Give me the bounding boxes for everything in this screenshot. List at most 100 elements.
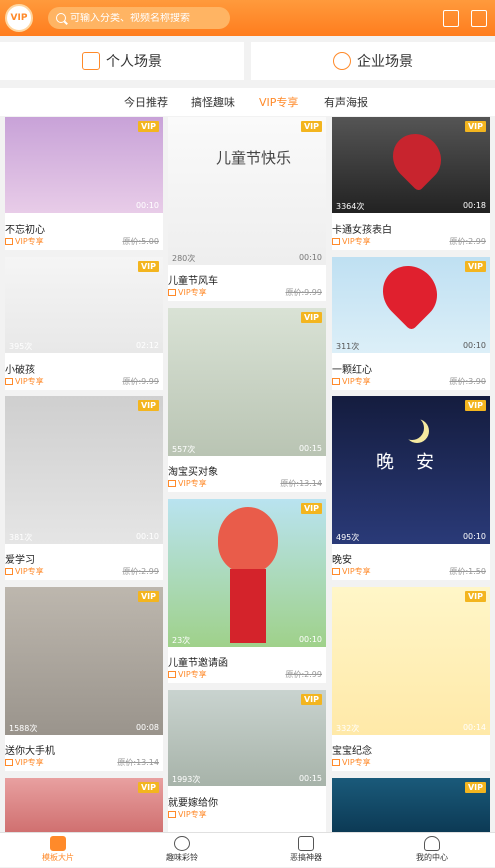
video-duration: 00:18 bbox=[462, 201, 486, 210]
video-duration: 00:10 bbox=[135, 201, 159, 210]
vip-badge: VIP bbox=[300, 503, 322, 514]
vip-tag-label: VIP专享 bbox=[15, 237, 44, 246]
video-title: 不忘初心 bbox=[5, 225, 45, 236]
video-card[interactable]: 晚安 VIP 495次 00:10 晚安 VIP专享 原价:1.50 bbox=[332, 396, 490, 580]
old-price: 原价:1.50 bbox=[449, 567, 486, 576]
video-title: 宝宝纪念 bbox=[332, 746, 372, 757]
category-tabs: 今日推荐 搞怪趣味 VIP专享 有声海报 bbox=[0, 88, 495, 116]
video-thumbnail bbox=[5, 587, 163, 735]
heart-icon bbox=[383, 124, 451, 192]
video-card[interactable]: VIP 395次 02:12 小破孩 VIP专享 原价:9.99 bbox=[5, 257, 163, 390]
nav-templates[interactable]: 模板大片 bbox=[18, 833, 98, 868]
tab-funny[interactable]: 搞怪趣味 bbox=[191, 94, 235, 110]
vip-tag: VIP专享 bbox=[5, 566, 44, 577]
vip-badge: VIP bbox=[464, 782, 486, 793]
vip-tag-label: VIP专享 bbox=[342, 758, 371, 767]
view-count: 395次 bbox=[9, 342, 33, 351]
video-card[interactable]: VIP 00:10 不忘初心 VIP专享 原价:5.00 bbox=[5, 117, 163, 250]
video-card[interactable]: VIP 557次 00:15 淘宝买对象 VIP专享 原价:13.14 bbox=[168, 308, 326, 492]
video-duration: 00:10 bbox=[298, 253, 322, 262]
nav-profile[interactable]: 我的中心 bbox=[392, 833, 472, 868]
search-box[interactable] bbox=[48, 7, 230, 29]
video-card[interactable]: VIP 23次 00:10 儿童节邀请函 VIP专享 原价:2.99 bbox=[168, 499, 326, 683]
scene-switcher: 个人场景 企业场景 bbox=[0, 42, 495, 80]
old-price: 原价:13.14 bbox=[117, 758, 159, 767]
search-icon bbox=[56, 13, 66, 23]
video-title: 儿童节邀请函 bbox=[168, 658, 228, 669]
tab-audio-poster[interactable]: 有声海报 bbox=[324, 94, 368, 110]
video-title: 就要嫁给你 bbox=[168, 798, 218, 809]
nav-ringtones[interactable]: 趣味彩铃 bbox=[142, 833, 222, 868]
old-price: 原价:2.99 bbox=[285, 670, 322, 679]
vip-badge: VIP bbox=[137, 121, 159, 132]
video-duration: 00:10 bbox=[298, 635, 322, 644]
video-title: 送你大手机 bbox=[5, 746, 55, 757]
vip-badge: VIP bbox=[464, 261, 486, 272]
search-input[interactable] bbox=[70, 12, 220, 24]
vip-tag: VIP专享 bbox=[332, 236, 371, 247]
old-price: 原价:2.99 bbox=[122, 567, 159, 576]
play-icon bbox=[82, 52, 100, 70]
video-duration: 00:08 bbox=[135, 723, 159, 732]
nav-templates-label: 模板大片 bbox=[42, 853, 74, 862]
video-card[interactable]: VIP bbox=[5, 778, 163, 832]
prank-tv-icon bbox=[298, 836, 314, 851]
vip-tag: VIP专享 bbox=[332, 376, 371, 387]
mail-icon[interactable] bbox=[471, 10, 487, 27]
video-card[interactable]: VIP 381次 00:10 爱学习 VIP专享 原价:2.99 bbox=[5, 396, 163, 580]
video-title: 晚安 bbox=[332, 555, 352, 566]
video-duration: 00:10 bbox=[462, 341, 486, 350]
video-duration: 00:15 bbox=[298, 444, 322, 453]
vip-badge: VIP bbox=[137, 591, 159, 602]
video-card[interactable]: VIP 311次 00:10 一颗红心 VIP专享 原价:3.90 bbox=[332, 257, 490, 390]
tab-today[interactable]: 今日推荐 bbox=[124, 94, 168, 110]
video-card[interactable]: VIP bbox=[332, 778, 490, 832]
nav-prank[interactable]: 恶搞神器 bbox=[266, 833, 346, 868]
video-card[interactable]: VIP 332次 00:14 宝宝纪念 VIP专享 bbox=[332, 587, 490, 771]
invitation-banner bbox=[230, 569, 266, 643]
vip-tag: VIP专享 bbox=[168, 809, 207, 820]
vip-badge: VIP bbox=[464, 591, 486, 602]
video-card[interactable]: 儿童节快乐 VIP 280次 00:10 儿童节风车 VIP专享 原价:9.99 bbox=[168, 117, 326, 301]
video-card[interactable]: VIP 3364次 00:18 卡通女孩表白 VIP专享 原价:2.99 bbox=[332, 117, 490, 250]
video-thumbnail: 晚安 bbox=[332, 396, 490, 544]
video-thumbnail bbox=[168, 308, 326, 456]
old-price: 原价:13.14 bbox=[280, 479, 322, 488]
video-thumbnail bbox=[168, 499, 326, 647]
video-duration: 00:10 bbox=[135, 532, 159, 541]
vip-badge: VIP bbox=[300, 694, 322, 705]
old-price: 原价:9.99 bbox=[122, 377, 159, 386]
vip-logo-text: VIP bbox=[10, 13, 28, 23]
vip-tag: VIP专享 bbox=[168, 478, 207, 489]
vip-tag: VIP专享 bbox=[5, 236, 44, 247]
nav-prank-label: 恶搞神器 bbox=[290, 853, 322, 862]
bell-icon bbox=[174, 836, 190, 851]
vip-tag-label: VIP专享 bbox=[178, 670, 207, 679]
video-thumbnail: 儿童节快乐 bbox=[168, 117, 326, 265]
vip-badge: VIP bbox=[137, 400, 159, 411]
video-title: 卡通女孩表白 bbox=[332, 225, 392, 236]
red-balloon-heart-icon bbox=[371, 257, 449, 332]
vip-badge: VIP bbox=[300, 312, 322, 323]
vip-tag-label: VIP专享 bbox=[15, 758, 44, 767]
video-title: 小破孩 bbox=[5, 365, 35, 376]
enterprise-scene-button[interactable]: 企业场景 bbox=[251, 42, 495, 80]
video-title: 儿童节风车 bbox=[168, 276, 218, 287]
video-duration: 02:12 bbox=[135, 341, 159, 350]
vip-tag: VIP专享 bbox=[168, 669, 207, 680]
vip-tag-label: VIP专享 bbox=[178, 810, 207, 819]
top-bar: VIP bbox=[0, 0, 495, 36]
tab-vip[interactable]: VIP专享 bbox=[259, 94, 298, 110]
thumbnail-caption: 晚安 bbox=[376, 452, 456, 473]
video-card[interactable]: VIP 1993次 00:15 就要嫁给你 VIP专享 bbox=[168, 690, 326, 832]
hot-air-balloon-icon bbox=[218, 507, 278, 573]
moon-icon bbox=[400, 416, 424, 440]
video-card[interactable]: VIP 1588次 00:08 送你大手机 VIP专享 原价:13.14 bbox=[5, 587, 163, 771]
view-count: 381次 bbox=[9, 533, 33, 542]
clipboard-icon[interactable] bbox=[443, 10, 459, 27]
personal-scene-button[interactable]: 个人场景 bbox=[0, 42, 244, 80]
old-price: 原价:3.90 bbox=[449, 377, 486, 386]
video-play-icon bbox=[50, 836, 66, 851]
vip-tag-label: VIP专享 bbox=[178, 288, 207, 297]
vip-logo[interactable]: VIP bbox=[5, 4, 33, 32]
